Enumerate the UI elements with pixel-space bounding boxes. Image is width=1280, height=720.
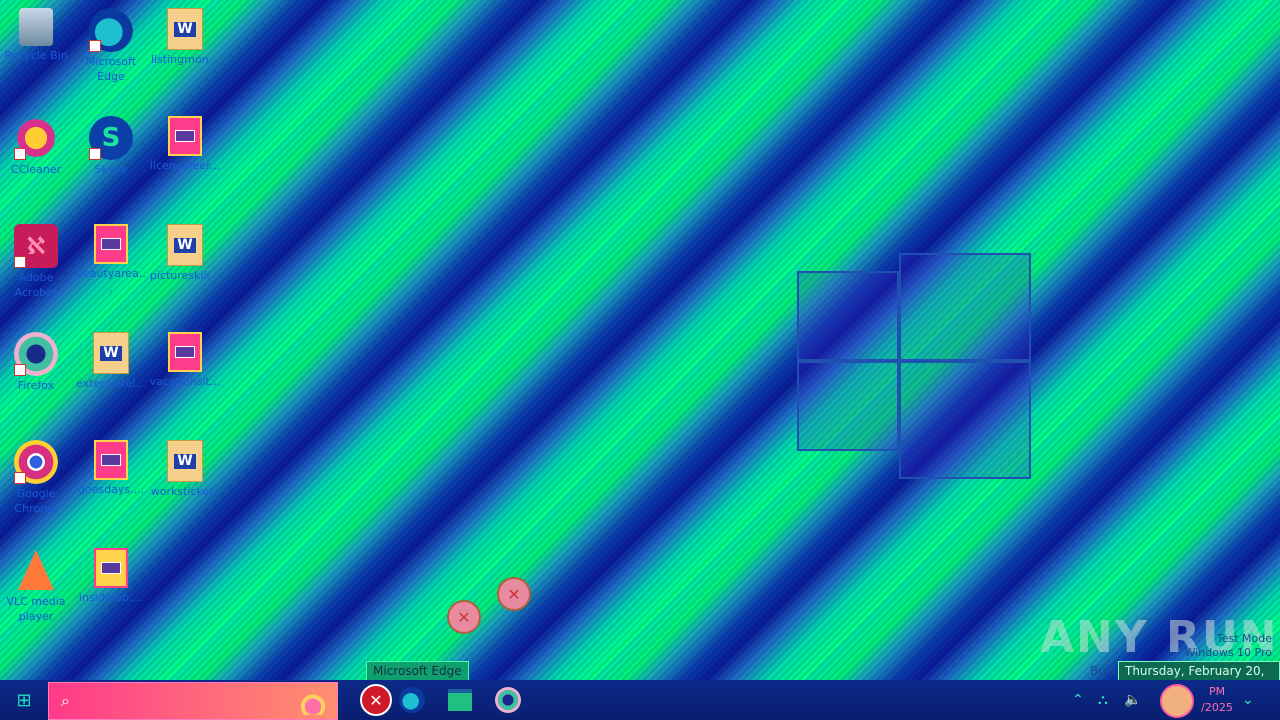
date-tooltip: Thursday, February 20, 2025 bbox=[1118, 661, 1280, 696]
vlc-icon bbox=[14, 548, 58, 592]
network-icon[interactable]: ⛬ bbox=[1098, 680, 1108, 720]
edge-icon bbox=[399, 687, 425, 713]
desktop-icon-skype[interactable]: S Skype bbox=[75, 116, 147, 177]
shortcut-arrow-icon bbox=[89, 40, 101, 52]
notification-chevron-icon[interactable]: ⌄ bbox=[1242, 680, 1254, 720]
shortcut-arrow-icon bbox=[14, 364, 26, 376]
start-button[interactable]: ⊞ bbox=[0, 680, 48, 720]
desktop-icon-image-file[interactable]: beautyarea... bbox=[75, 224, 147, 296]
desktop-icon-label: listingmon... bbox=[150, 53, 220, 66]
firefox-icon bbox=[14, 332, 58, 376]
logo-pane-br bbox=[899, 361, 1031, 479]
word-document-icon: W bbox=[167, 440, 203, 482]
desktop-icon-word-file[interactable]: W pictureskill... bbox=[149, 224, 221, 283]
image-file-icon bbox=[94, 548, 128, 588]
shortcut-arrow-icon bbox=[14, 148, 26, 160]
desktop-icon-label: Adobe Acrobat bbox=[14, 271, 58, 299]
taskbar-edge[interactable] bbox=[392, 682, 432, 718]
logo-pane-bl bbox=[797, 361, 899, 451]
firefox-icon bbox=[495, 687, 521, 713]
desktop-icon-adobe-acrobat[interactable]: ℵ Adobe Acrobat bbox=[0, 224, 72, 300]
desktop-icon-label: externaltel... bbox=[76, 377, 146, 390]
volume-icon[interactable]: 🔈 bbox=[1124, 680, 1141, 720]
taskbar-search-box[interactable]: ⌕ bbox=[48, 682, 338, 720]
desktop-icon-vlc[interactable]: VLC media player bbox=[0, 548, 72, 624]
word-document-icon: W bbox=[167, 224, 203, 266]
desktop-icon-google-chrome[interactable]: Google Chrome bbox=[0, 440, 72, 516]
desktop-icon-label: Microsoft Edge bbox=[85, 55, 137, 83]
folder-icon bbox=[448, 689, 472, 711]
desktop-icon-label: Skype bbox=[94, 163, 128, 176]
desktop-icon-label: llcengineer... bbox=[149, 159, 221, 172]
desktop-icon-image-file[interactable]: goesdays.... bbox=[75, 440, 147, 497]
desktop-icon-label: workstickel... bbox=[150, 485, 220, 513]
taskbar-clock[interactable]: PM /2025 bbox=[1192, 682, 1242, 720]
test-mode-label: Test Mode bbox=[1216, 632, 1272, 645]
chrome-icon bbox=[14, 440, 58, 484]
desktop-icon-label: vacationsit... bbox=[149, 375, 221, 388]
tray-chevron-up-icon[interactable]: ⌃ bbox=[1072, 680, 1084, 720]
desktop-icon-recycle-bin[interactable]: Recycle Bin bbox=[0, 8, 72, 63]
image-file-icon bbox=[94, 440, 128, 480]
clock-date: /2025 bbox=[1201, 701, 1233, 714]
desktop-icon-image-file[interactable]: insidefab.... bbox=[75, 548, 147, 605]
error-bubble-icon[interactable]: ✕ bbox=[447, 600, 481, 634]
recycle-bin-icon bbox=[19, 8, 53, 46]
edge-taskbar-tooltip: Microsoft Edge bbox=[366, 661, 469, 681]
desktop-icon-image-file[interactable]: llcengineer... bbox=[149, 116, 221, 173]
error-bubble-icon[interactable]: ✕ bbox=[497, 577, 531, 611]
desktop-icon-label: insidefab.... bbox=[78, 591, 144, 604]
desktop-icon-word-file[interactable]: W listingmon... bbox=[149, 8, 221, 67]
search-input[interactable] bbox=[89, 689, 273, 713]
windows-logo bbox=[797, 243, 1031, 479]
desktop-icon-label: beautyarea... bbox=[76, 267, 146, 295]
shortcut-arrow-icon bbox=[14, 472, 26, 484]
edge-icon bbox=[89, 8, 133, 52]
search-highlight-lotus-icon bbox=[295, 687, 331, 715]
image-file-icon bbox=[168, 332, 202, 372]
error-icon: ✕ bbox=[360, 684, 392, 716]
word-document-icon: W bbox=[93, 332, 129, 374]
taskbar-error-app[interactable]: ✕ bbox=[356, 682, 396, 718]
desktop-icon-label: Recycle Bin bbox=[4, 49, 68, 62]
tray-avatar-icon[interactable] bbox=[1160, 684, 1194, 718]
taskbar-file-explorer[interactable] bbox=[440, 682, 480, 718]
windows-start-icon: ⊞ bbox=[16, 689, 32, 711]
desktop-icon-label: pictureskill... bbox=[149, 269, 221, 282]
desktop-icon-label: Firefox bbox=[17, 379, 55, 392]
desktop-icon-label: goesdays.... bbox=[77, 483, 145, 496]
shortcut-arrow-icon bbox=[89, 148, 101, 160]
taskbar-firefox[interactable] bbox=[488, 682, 528, 718]
desktop-icon-word-file[interactable]: W workstickel... bbox=[149, 440, 221, 514]
ccleaner-icon bbox=[14, 116, 58, 160]
desktop-icon-word-file[interactable]: W externaltel... bbox=[75, 332, 147, 391]
desktop-icon-microsoft-edge[interactable]: Microsoft Edge bbox=[75, 8, 147, 84]
clock-time: PM bbox=[1208, 685, 1226, 698]
test-mode-text: Test Mode Windows 10 Pro bbox=[1184, 632, 1272, 660]
image-file-icon bbox=[94, 224, 128, 264]
image-file-icon bbox=[168, 116, 202, 156]
os-version-label: Windows 10 Pro bbox=[1184, 646, 1272, 659]
word-document-icon: W bbox=[167, 8, 203, 50]
desktop-icon-label: VLC media player bbox=[6, 595, 66, 623]
acrobat-icon: ℵ bbox=[14, 224, 58, 268]
taskbar: ⊞ ⌕ ✕ ⌃ ⛬ 🔈 PM /2025 ⌄ bbox=[0, 680, 1280, 720]
desktop-icon-image-file[interactable]: vacationsit... bbox=[149, 332, 221, 389]
skype-icon: S bbox=[89, 116, 133, 160]
desktop-icon-ccleaner[interactable]: CCleaner bbox=[0, 116, 72, 177]
shortcut-arrow-icon bbox=[14, 256, 26, 268]
desktop-icon-label: CCleaner bbox=[10, 163, 62, 176]
desktop-icon-label: Google Chrome bbox=[14, 487, 58, 515]
logo-pane-tl bbox=[797, 271, 899, 361]
desktop-icon-firefox[interactable]: Firefox bbox=[0, 332, 72, 393]
build-label: Build bbox=[1090, 664, 1121, 678]
logo-pane-tr bbox=[899, 253, 1031, 361]
search-icon: ⌕ bbox=[61, 691, 70, 710]
